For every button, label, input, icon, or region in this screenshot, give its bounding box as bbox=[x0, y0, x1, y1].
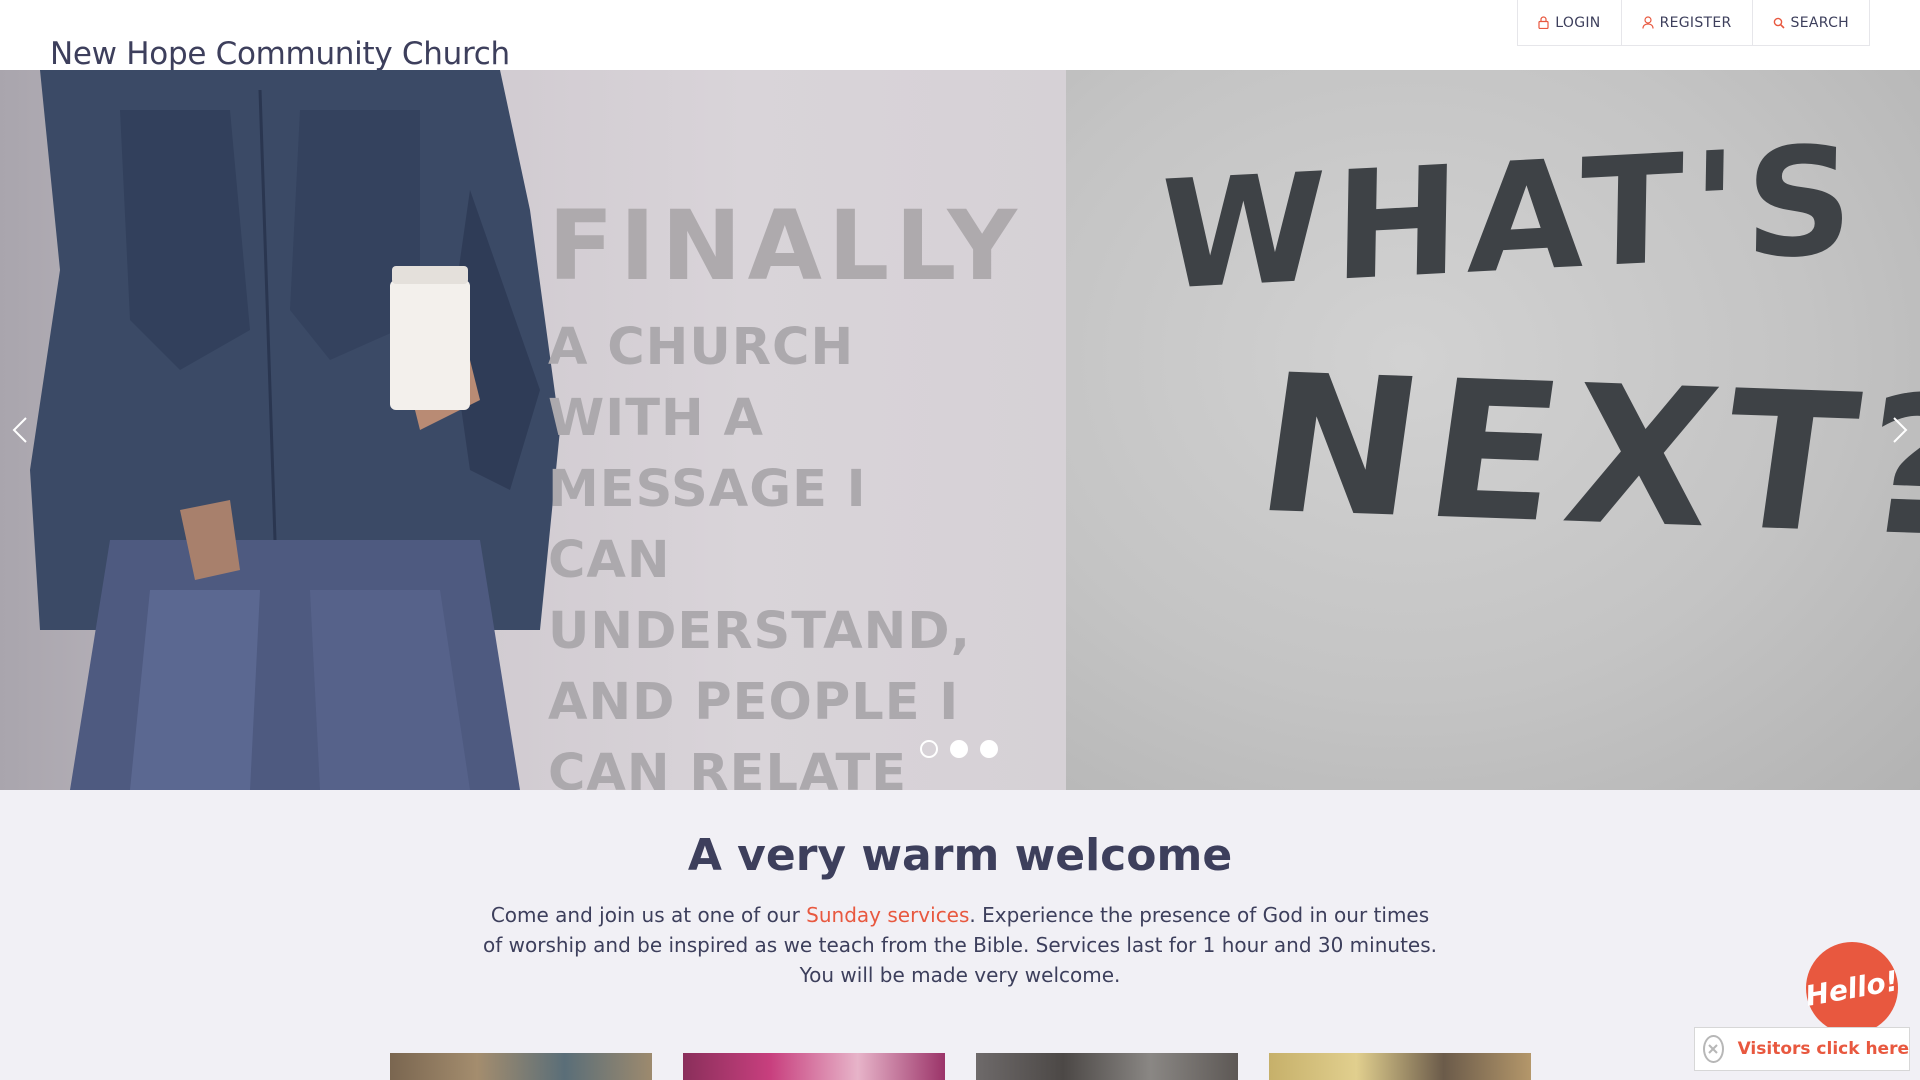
lock-icon bbox=[1538, 16, 1549, 29]
hero-poster-panel: FINALLY A CHURCH WITH A MESSAGE I CAN UN… bbox=[0, 70, 1066, 790]
person-image bbox=[30, 70, 560, 790]
login-label: LOGIN bbox=[1555, 14, 1601, 31]
slider-dots bbox=[920, 740, 998, 758]
search-label: SEARCH bbox=[1790, 14, 1849, 31]
feature-thumbnail[interactable] bbox=[683, 1053, 945, 1080]
slider-dot-1[interactable] bbox=[920, 740, 938, 758]
visitors-label: Visitors click here bbox=[1737, 1039, 1909, 1059]
feature-thumbnail[interactable] bbox=[1269, 1053, 1531, 1080]
login-link[interactable]: LOGIN bbox=[1518, 0, 1622, 45]
search-icon bbox=[1773, 17, 1785, 29]
sunday-services-link[interactable]: Sunday services bbox=[806, 903, 969, 927]
feature-thumbnails bbox=[390, 1053, 1531, 1080]
slider-dot-2[interactable] bbox=[950, 740, 968, 758]
slider-prev-button[interactable] bbox=[8, 410, 32, 450]
hero-slider: FINALLY A CHURCH WITH A MESSAGE I CAN UN… bbox=[0, 70, 1920, 790]
welcome-text: Come and join us at one of our Sunday se… bbox=[480, 900, 1440, 990]
welcome-title: A very warm welcome bbox=[687, 830, 1233, 881]
site-header: New Hope Community Church LOGIN REGISTER… bbox=[0, 0, 1920, 72]
close-icon[interactable] bbox=[1703, 1035, 1724, 1063]
feature-thumbnail[interactable] bbox=[976, 1053, 1238, 1080]
poster-heading: FINALLY bbox=[548, 190, 1023, 302]
register-link[interactable]: REGISTER bbox=[1622, 0, 1753, 45]
register-label: REGISTER bbox=[1659, 14, 1732, 31]
chevron-right-icon bbox=[1893, 417, 1908, 443]
slider-next-button[interactable] bbox=[1888, 410, 1912, 450]
hello-widget-button[interactable]: Hello! bbox=[1803, 942, 1901, 1034]
slider-dot-3[interactable] bbox=[980, 740, 998, 758]
poster-message: FINALLY A CHURCH WITH A MESSAGE I CAN UN… bbox=[548, 190, 1023, 790]
graffiti-line-2: NEXT? bbox=[1245, 333, 1920, 580]
welcome-text-before: Come and join us at one of our bbox=[490, 903, 807, 927]
search-link[interactable]: SEARCH bbox=[1753, 0, 1869, 45]
visitors-click-here-button[interactable]: Visitors click here bbox=[1694, 1027, 1910, 1071]
user-icon bbox=[1641, 16, 1654, 29]
graffiti-text: WHAT'S NEXT? bbox=[1158, 113, 1920, 710]
site-title[interactable]: New Hope Community Church bbox=[50, 36, 510, 72]
hello-label: Hello! bbox=[1803, 963, 1901, 1013]
feature-thumbnail[interactable] bbox=[390, 1053, 652, 1080]
poster-body: A CHURCH WITH A MESSAGE I CAN UNDERSTAND… bbox=[548, 318, 971, 790]
chevron-left-icon bbox=[12, 417, 27, 443]
top-links-bar: LOGIN REGISTER SEARCH bbox=[1517, 0, 1870, 46]
graffiti-line-1: WHAT'S bbox=[1158, 113, 1863, 324]
